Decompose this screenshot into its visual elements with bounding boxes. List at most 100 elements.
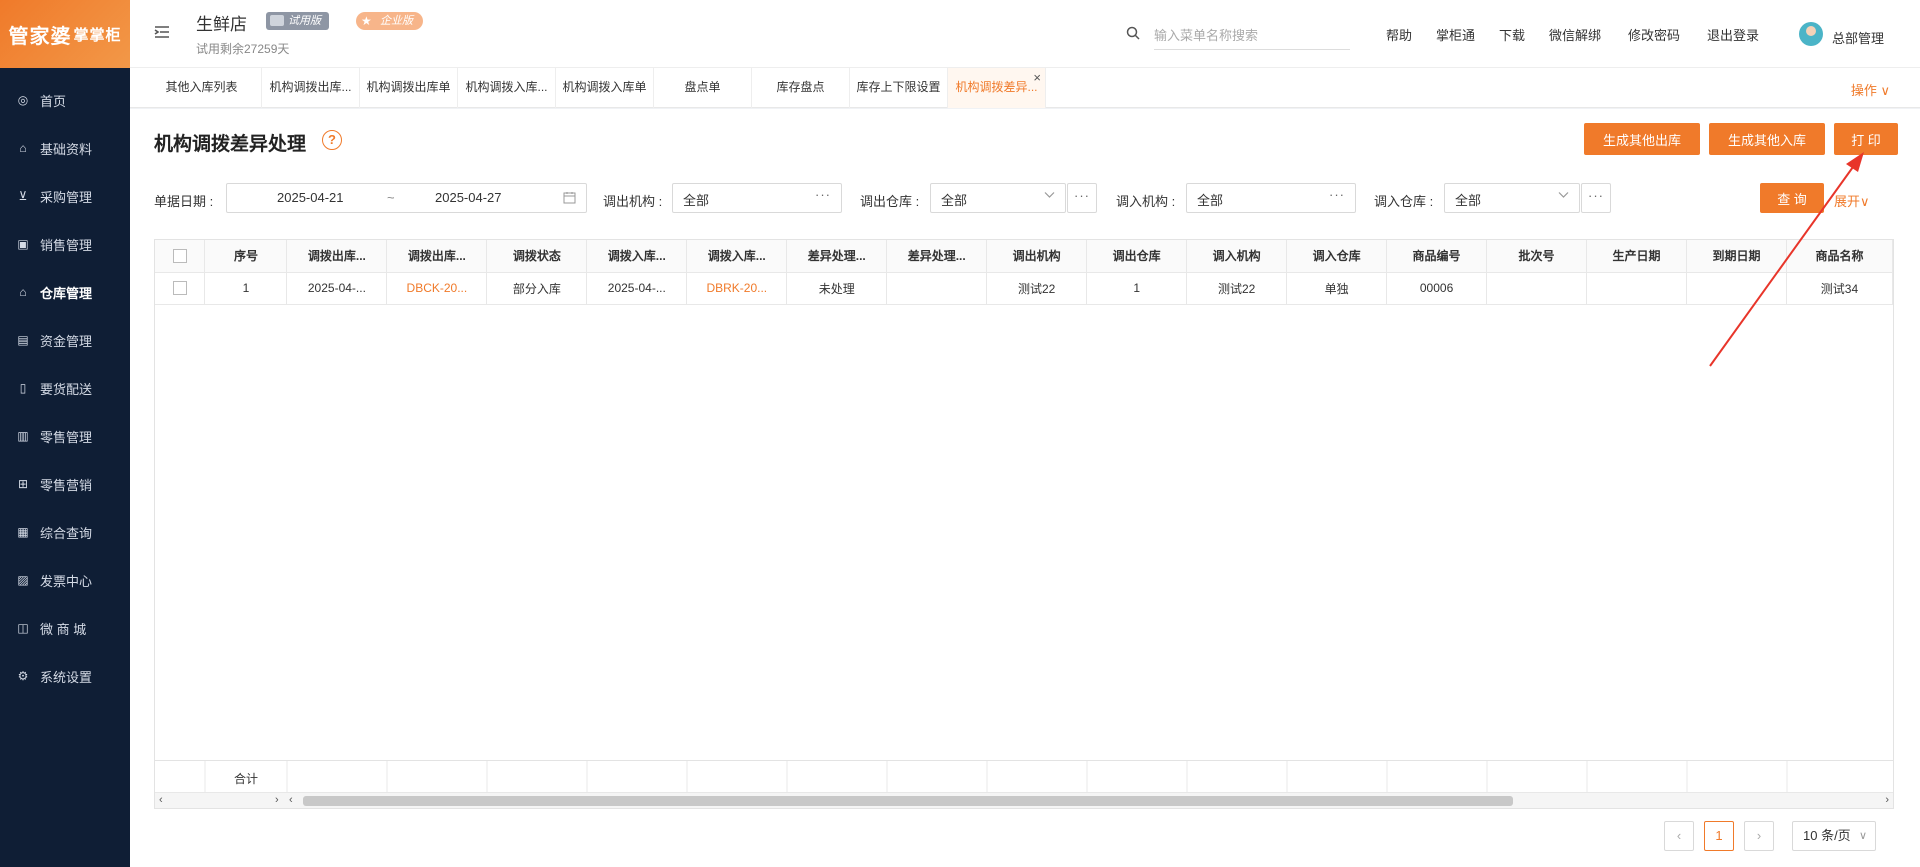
- sidebar-item[interactable]: ◎ 首页: [0, 76, 130, 124]
- more-icon[interactable]: ···: [815, 187, 831, 202]
- print-button[interactable]: 打 印: [1834, 123, 1898, 155]
- scroll-right-icon[interactable]: ›: [1885, 794, 1889, 806]
- tab[interactable]: 其他入库列表: [142, 68, 262, 108]
- column-header[interactable]: 到期日期: [1686, 240, 1787, 273]
- sidebar-item[interactable]: ⌂ 基础资料: [0, 124, 130, 172]
- close-icon[interactable]: ×: [1033, 59, 1041, 97]
- wechat-unbind-link[interactable]: 微信解绑: [1549, 25, 1601, 44]
- tab[interactable]: 机构调拨出库...: [262, 68, 360, 108]
- sidebar-item[interactable]: ▨ 发票中心: [0, 556, 130, 604]
- scrollbar-thumb[interactable]: [303, 796, 1513, 806]
- tab[interactable]: 库存盘点: [752, 68, 850, 108]
- menu-toggle-icon[interactable]: [152, 22, 172, 42]
- page-title: 机构调拨差异处理: [154, 134, 307, 155]
- zhanguitong-link[interactable]: 掌柜通: [1436, 25, 1475, 44]
- column-header[interactable]: 序号: [204, 240, 288, 273]
- generate-other-outbound-button[interactable]: 生成其他出库: [1584, 123, 1700, 155]
- next-page-button[interactable]: ›: [1744, 821, 1774, 851]
- user-name[interactable]: 总部管理: [1832, 28, 1884, 47]
- column-header[interactable]: 调入机构: [1186, 240, 1288, 273]
- avatar[interactable]: [1799, 22, 1823, 46]
- sidebar-item[interactable]: ▦ 综合查询: [0, 508, 130, 556]
- row-select-cell[interactable]: [155, 272, 206, 305]
- row-checkbox[interactable]: [172, 281, 187, 296]
- in-org-label: 调入机构 :: [1116, 194, 1176, 209]
- trial-badge: 试用版: [266, 12, 329, 30]
- column-header[interactable]: 批次号: [1486, 240, 1587, 273]
- column-header[interactable]: 生产日期: [1586, 240, 1687, 273]
- sidebar-item[interactable]: ⌂ 仓库管理: [0, 268, 130, 316]
- page-size-select[interactable]: 10 条/页 ∨: [1792, 821, 1876, 851]
- help-link[interactable]: 帮助: [1386, 25, 1412, 44]
- page-1-button[interactable]: 1: [1704, 821, 1734, 851]
- in-org-select[interactable]: 全部 ···: [1186, 183, 1356, 213]
- tab-operations-button[interactable]: 操作 ∨: [1851, 80, 1890, 99]
- expand-filters-link[interactable]: 展开∨: [1834, 191, 1870, 210]
- select-all-checkbox[interactable]: [172, 249, 187, 264]
- help-icon[interactable]: ?: [322, 130, 342, 150]
- sidebar-item[interactable]: ⚙ 系统设置: [0, 652, 130, 700]
- tab[interactable]: 机构调拨差异... ×: [948, 68, 1046, 108]
- column-header[interactable]: 商品名称: [1786, 240, 1894, 273]
- column-header[interactable]: 商品编号: [1386, 240, 1488, 273]
- out-warehouse-select[interactable]: 全部: [930, 183, 1066, 213]
- table-cell-link[interactable]: DBCK-20...: [386, 272, 488, 305]
- tab[interactable]: 库存上下限设置: [850, 68, 948, 108]
- generate-other-inbound-button[interactable]: 生成其他入库: [1709, 123, 1825, 155]
- enterprise-badge[interactable]: 企业版: [356, 12, 423, 30]
- date-separator: ~: [387, 190, 395, 205]
- tab[interactable]: 机构调拨出库单: [360, 68, 458, 108]
- column-header[interactable]: 调入仓库: [1286, 240, 1388, 273]
- query-button[interactable]: 查 询: [1760, 183, 1824, 213]
- table-cell-link[interactable]: DBRK-20...: [686, 272, 788, 305]
- in-warehouse-more-button[interactable]: ···: [1581, 183, 1611, 213]
- date-range-picker[interactable]: 2025-04-21 ~ 2025-04-27: [226, 183, 587, 213]
- column-header[interactable]: 调拨入库...: [586, 240, 688, 273]
- scroll-left-icon[interactable]: ‹: [159, 794, 163, 806]
- search-icon: [1126, 26, 1140, 43]
- download-link[interactable]: 下载: [1499, 25, 1525, 44]
- tab[interactable]: 机构调拨入库...: [458, 68, 556, 108]
- tab-label: 库存上下限设置: [856, 80, 941, 94]
- out-org-value: 全部: [683, 193, 710, 208]
- sidebar-item[interactable]: ▤ 资金管理: [0, 316, 130, 364]
- change-password-link[interactable]: 修改密码: [1628, 25, 1680, 44]
- out-warehouse-more-button[interactable]: ···: [1067, 183, 1097, 213]
- column-header[interactable]: 调出仓库: [1086, 240, 1188, 273]
- sidebar-item[interactable]: ▯ 要货配送: [0, 364, 130, 412]
- sidebar-item[interactable]: ▣ 销售管理: [0, 220, 130, 268]
- column-header[interactable]: 调拨出库...: [286, 240, 388, 273]
- logout-link[interactable]: 退出登录: [1707, 25, 1759, 44]
- date-from[interactable]: 2025-04-21: [277, 190, 344, 205]
- tab[interactable]: 盘点单: [654, 68, 752, 108]
- settings-icon: ⚙: [17, 669, 29, 683]
- date-to[interactable]: 2025-04-27: [435, 190, 502, 205]
- sidebar-item[interactable]: ⊞ 零售营销: [0, 460, 130, 508]
- column-header[interactable]: 调拨状态: [486, 240, 588, 273]
- prev-page-button[interactable]: ‹: [1664, 821, 1694, 851]
- scroll-right-icon[interactable]: ›: [275, 794, 279, 806]
- column-header[interactable]: 差异处理...: [886, 240, 988, 273]
- horizontal-scrollbar[interactable]: ‹ › ‹ ›: [155, 792, 1893, 808]
- main-content: 机构调拨差异处理 ? 生成其他出库 生成其他入库 打 印 单据日期 : 2025…: [130, 109, 1920, 867]
- select-all-cell[interactable]: [155, 240, 206, 273]
- column-header[interactable]: 调出机构: [986, 240, 1088, 273]
- sidebar-item[interactable]: ◫ 微 商 城: [0, 604, 130, 652]
- more-icon[interactable]: ···: [1329, 187, 1345, 202]
- sidebar-item[interactable]: ▥ 零售管理: [0, 412, 130, 460]
- sidebar-item[interactable]: ⊻ 采购管理: [0, 172, 130, 220]
- column-header[interactable]: 差异处理...: [786, 240, 888, 273]
- in-warehouse-select[interactable]: 全部: [1444, 183, 1580, 213]
- delivery-icon: ▯: [19, 381, 27, 395]
- table-row[interactable]: 1 2025-04-... DBCK-20... 部分入库 2025-04-... DBR…: [155, 272, 1894, 305]
- in-warehouse-label: 调入仓库 :: [1374, 194, 1434, 209]
- scroll-left-icon[interactable]: ‹: [289, 794, 293, 806]
- tab[interactable]: 机构调拨入库单: [556, 68, 654, 108]
- out-org-select[interactable]: 全部 ···: [672, 183, 842, 213]
- top-header: 生鲜店 试用版 企业版 试用剩余27259天 帮助 掌柜通 下载 微信解绑 修改…: [130, 0, 1920, 68]
- column-header[interactable]: 调拨入库...: [686, 240, 788, 273]
- home-icon: ⌂: [19, 141, 27, 155]
- sales-icon: ▣: [17, 237, 29, 251]
- column-header[interactable]: 调拨出库...: [386, 240, 488, 273]
- search-input[interactable]: [1154, 22, 1350, 50]
